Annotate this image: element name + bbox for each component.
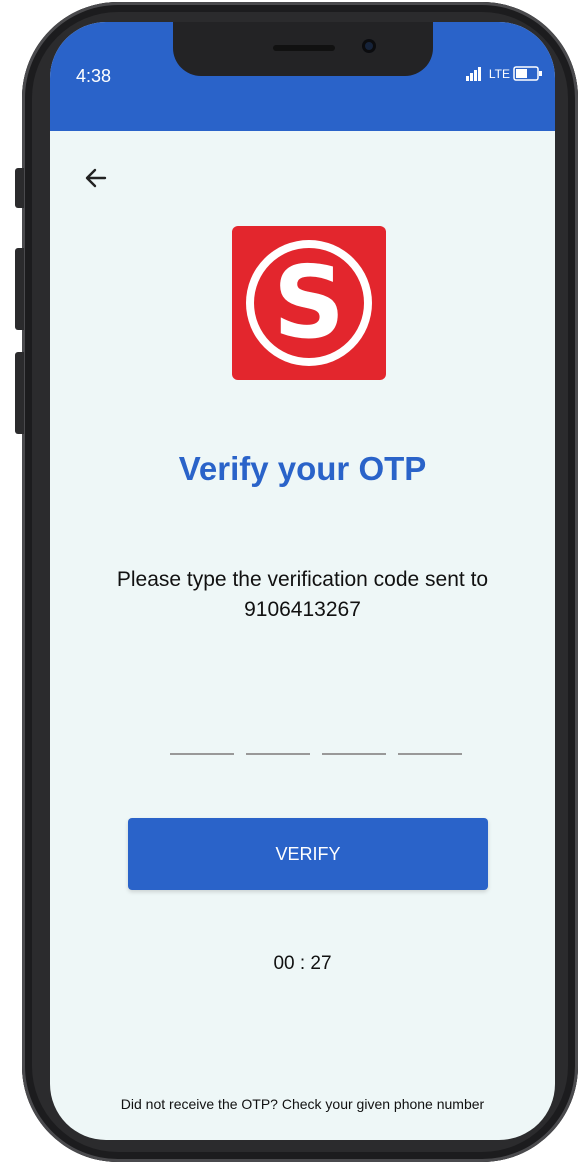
battery-icon: [513, 66, 542, 81]
back-button[interactable]: [82, 164, 110, 192]
otp-digit-3[interactable]: [322, 731, 386, 755]
verify-button[interactable]: VERIFY: [128, 818, 488, 890]
otp-digit-2[interactable]: [246, 731, 310, 755]
front-camera: [362, 39, 376, 53]
instruction-line: Please type the verification code sent t…: [116, 568, 489, 591]
instruction-text: Please type the verification code sent t…: [50, 565, 555, 625]
logo-letter: S: [273, 244, 345, 361]
arrow-left-icon: [85, 168, 107, 188]
network-type: LTE: [488, 66, 510, 81]
speaker: [273, 45, 335, 51]
otp-digit-1[interactable]: [170, 731, 234, 755]
notch: [173, 22, 433, 76]
signal-icon: [465, 66, 481, 81]
volume-up-button: [15, 248, 24, 330]
phone-number: 9106413267: [244, 598, 361, 621]
otp-timer: 00 : 27: [273, 953, 332, 974]
s-logo: S: [232, 226, 386, 380]
mute-switch: [15, 168, 24, 208]
status-icons: LTE: [465, 66, 543, 81]
volume-down-button: [15, 352, 24, 434]
otp-digit-4[interactable]: [398, 731, 462, 755]
phone-screen: 4:38 LTE S Verify your OTP Please type t…: [50, 22, 555, 1140]
resend-hint: Did not receive the OTP? Check your give…: [120, 1096, 485, 1112]
status-time: 4:38: [76, 66, 112, 86]
otp-inputs: [170, 731, 462, 755]
page-title: Verify your OTP: [178, 450, 427, 487]
